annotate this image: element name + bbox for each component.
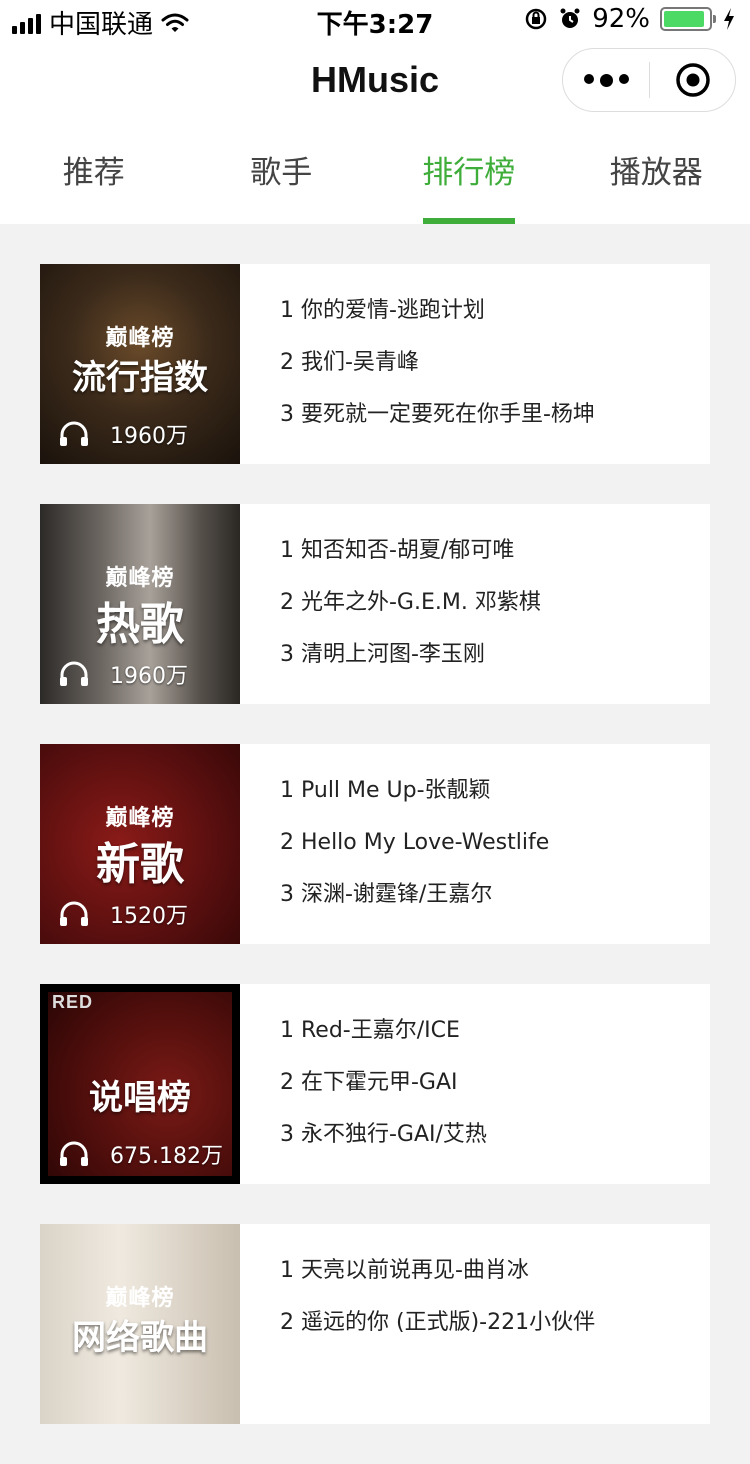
- listen-count-value: 1960万: [110, 658, 188, 690]
- song-item[interactable]: 1 你的爱情-逃跑计划: [280, 296, 710, 348]
- battery-icon: [660, 7, 712, 31]
- cover-brand: 巅峰榜: [40, 1280, 240, 1312]
- tab-bar: 推荐 歌手 排行榜 播放器: [0, 124, 750, 224]
- alarm-icon: [558, 7, 582, 31]
- tab-recommend[interactable]: 推荐: [0, 124, 188, 224]
- cover-title: 说唱榜: [40, 1070, 240, 1119]
- target-icon: [675, 62, 711, 98]
- top-songs: 1 天亮以前说再见-曲肖冰 2 遥远的你 (正式版)-221小伙伴: [240, 1224, 710, 1424]
- mini-program-capsule: [562, 48, 736, 112]
- status-bar: 中国联通 下午3:27 92%: [0, 0, 750, 40]
- ranking-card-rap[interactable]: RED 说唱榜 675.182万 1 Red-王嘉尔/ICE 2 在下霍元甲-G…: [40, 984, 710, 1184]
- song-item[interactable]: 3 清明上河图-李玉刚: [280, 640, 710, 692]
- listen-count: 1960万: [58, 658, 188, 690]
- song-item[interactable]: 2 光年之外-G.E.M. 邓紫棋: [280, 588, 710, 640]
- song-item[interactable]: 1 Red-王嘉尔/ICE: [280, 1016, 710, 1068]
- tab-rankings[interactable]: 排行榜: [375, 124, 563, 224]
- ranking-card-internet-songs[interactable]: 巅峰榜 网络歌曲 1 天亮以前说再见-曲肖冰 2 遥远的你 (正式版)-221小…: [40, 1224, 710, 1424]
- song-item[interactable]: 3 要死就一定要死在你手里-杨坤: [280, 400, 710, 452]
- ranking-cover: 巅峰榜 热歌 1960万: [40, 504, 240, 704]
- cover-brand: 巅峰榜: [40, 320, 240, 352]
- listen-count-value: 1960万: [110, 418, 188, 450]
- more-button[interactable]: [563, 74, 649, 87]
- ranking-card-hot-songs[interactable]: 巅峰榜 热歌 1960万 1 知否知否-胡夏/郁可唯 2 光年之外-G.E.M.…: [40, 504, 710, 704]
- song-item[interactable]: 2 Hello My Love-Westlife: [280, 828, 710, 880]
- status-right: 92%: [524, 4, 736, 34]
- ranking-cover: 巅峰榜 流行指数 1960万: [40, 264, 240, 464]
- listen-count: 1960万: [58, 418, 188, 450]
- song-item[interactable]: 1 Pull Me Up-张靓颖: [280, 776, 710, 828]
- cover-title: 新歌: [40, 828, 240, 892]
- dot-icon: [619, 74, 629, 84]
- song-item[interactable]: 1 知否知否-胡夏/郁可唯: [280, 536, 710, 588]
- ranking-cover: 巅峰榜 网络歌曲: [40, 1224, 240, 1424]
- song-item[interactable]: 3 深渊-谢霆锋/王嘉尔: [280, 880, 710, 932]
- listen-count-value: 675.182万: [110, 1138, 223, 1170]
- ranking-list: 巅峰榜 流行指数 1960万 1 你的爱情-逃跑计划 2 我们-吴青峰 3 要死…: [40, 264, 710, 1464]
- ranking-cover: RED 说唱榜 675.182万: [40, 984, 240, 1184]
- listen-count: 675.182万: [58, 1138, 223, 1170]
- ranking-card-pop-index[interactable]: 巅峰榜 流行指数 1960万 1 你的爱情-逃跑计划 2 我们-吴青峰 3 要死…: [40, 264, 710, 464]
- song-item[interactable]: 3 永不独行-GAI/艾热: [280, 1120, 710, 1172]
- listen-count: 1520万: [58, 898, 188, 930]
- charging-icon: [722, 7, 736, 31]
- song-item[interactable]: 2 遥远的你 (正式版)-221小伙伴: [280, 1308, 710, 1360]
- cover-title: 网络歌曲: [40, 1310, 240, 1359]
- cover-art-text: RED: [52, 992, 93, 1013]
- cover-title: 流行指数: [40, 350, 240, 399]
- song-item[interactable]: 1 天亮以前说再见-曲肖冰: [280, 1256, 710, 1308]
- top-songs: 1 知否知否-胡夏/郁可唯 2 光年之外-G.E.M. 邓紫棋 3 清明上河图-…: [240, 504, 710, 704]
- ranking-cover: 巅峰榜 新歌 1520万: [40, 744, 240, 944]
- listen-count-value: 1520万: [110, 898, 188, 930]
- top-songs: 1 Red-王嘉尔/ICE 2 在下霍元甲-GAI 3 永不独行-GAI/艾热: [240, 984, 710, 1184]
- top-songs: 1 你的爱情-逃跑计划 2 我们-吴青峰 3 要死就一定要死在你手里-杨坤: [240, 264, 710, 464]
- headphones-icon: [58, 1141, 90, 1167]
- headphones-icon: [58, 421, 90, 447]
- dot-icon: [600, 74, 613, 87]
- nav-bar: HMusic: [0, 40, 750, 124]
- close-button[interactable]: [650, 62, 735, 98]
- top-songs: 1 Pull Me Up-张靓颖 2 Hello My Love-Westlif…: [240, 744, 710, 944]
- rotation-lock-icon: [524, 7, 548, 31]
- tab-singers[interactable]: 歌手: [188, 124, 376, 224]
- tab-player[interactable]: 播放器: [563, 124, 750, 224]
- battery-percent: 92%: [592, 4, 650, 34]
- cover-title: 热歌: [40, 588, 240, 652]
- ranking-card-new-songs[interactable]: 巅峰榜 新歌 1520万 1 Pull Me Up-张靓颖 2 Hello My…: [40, 744, 710, 944]
- headphones-icon: [58, 661, 90, 687]
- dot-icon: [584, 74, 594, 84]
- song-item[interactable]: 2 在下霍元甲-GAI: [280, 1068, 710, 1120]
- headphones-icon: [58, 901, 90, 927]
- song-item[interactable]: 2 我们-吴青峰: [280, 348, 710, 400]
